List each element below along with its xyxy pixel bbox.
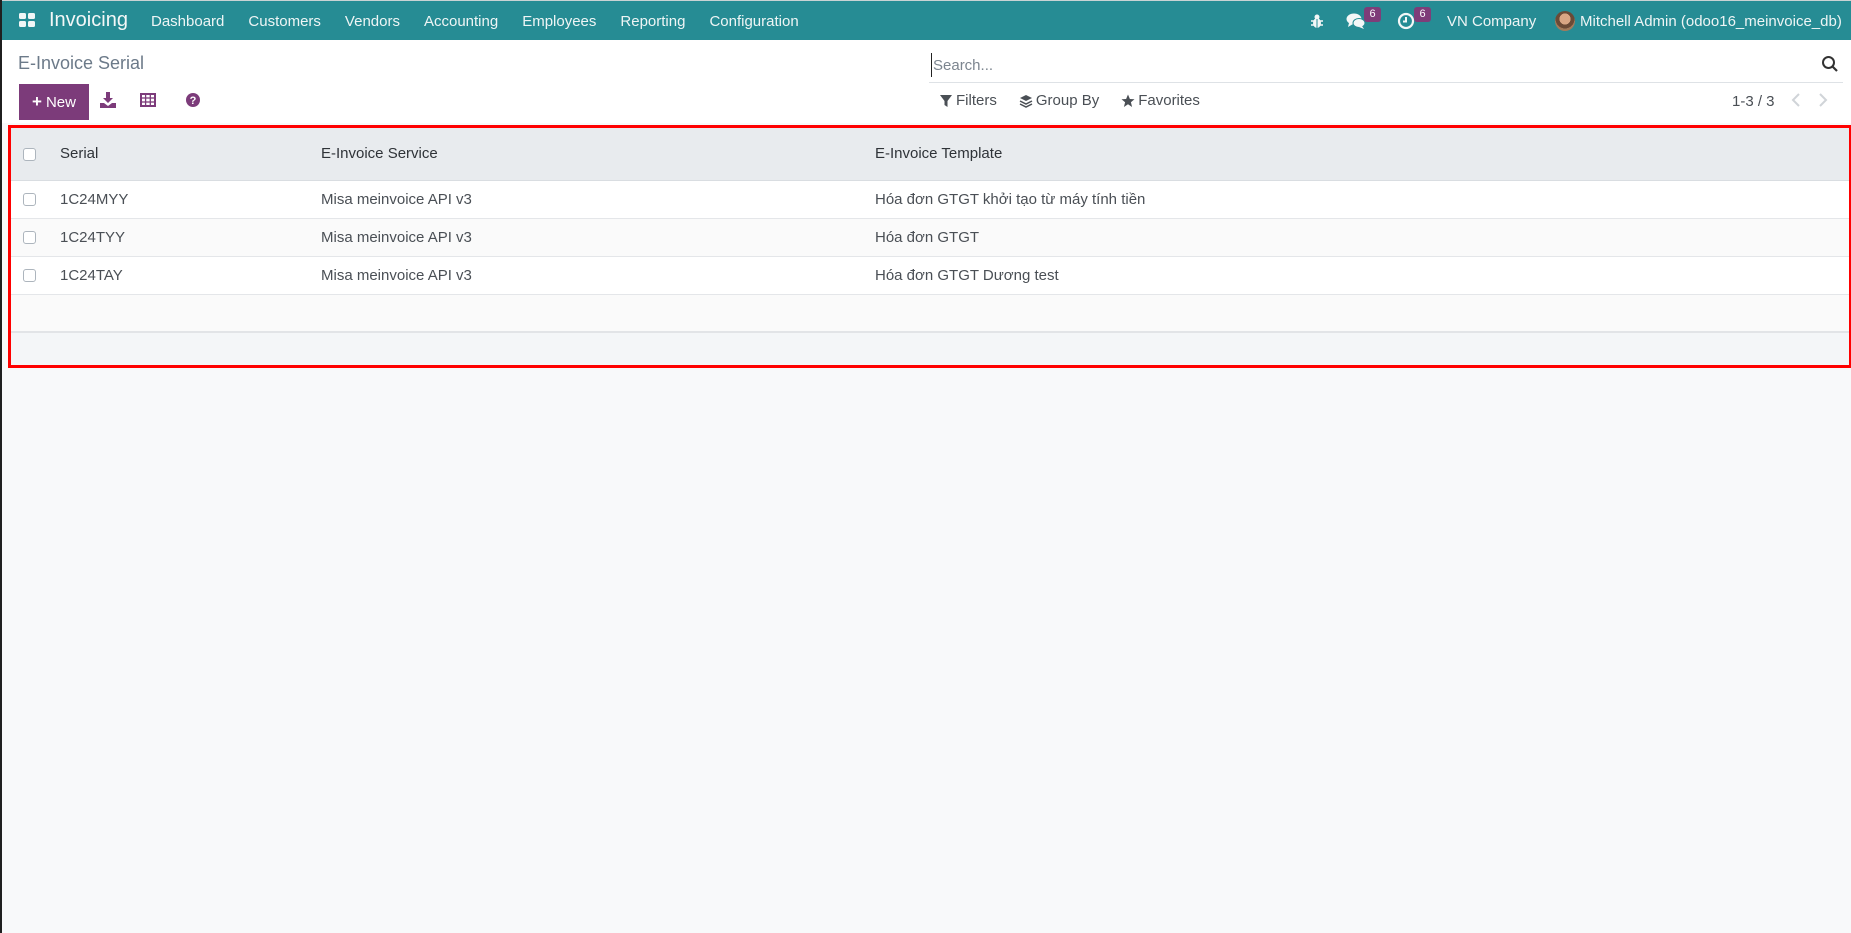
user-menu[interactable]: Mitchell Admin (odoo16_meinvoice_db) bbox=[1580, 13, 1842, 30]
row-checkbox[interactable] bbox=[23, 269, 36, 283]
export-download-icon[interactable] bbox=[99, 91, 117, 109]
pager-value[interactable]: 1-3 / 3 bbox=[1732, 93, 1775, 110]
search-input[interactable] bbox=[931, 53, 1791, 77]
plus-icon: + bbox=[32, 92, 42, 111]
template-cell[interactable]: Hóa đơn GTGT bbox=[875, 218, 1849, 256]
search-bar bbox=[929, 51, 1843, 83]
control-panel: E-Invoice Serial + New ? Filters bbox=[2, 40, 1851, 123]
empty-row bbox=[11, 294, 1849, 332]
star-icon bbox=[1121, 94, 1135, 107]
filter-funnel-icon bbox=[940, 94, 952, 107]
page-title: E-Invoice Serial bbox=[18, 53, 145, 73]
chevron-left-icon[interactable] bbox=[1790, 92, 1802, 108]
table-row[interactable]: 1C24TYY Misa meinvoice API v3 Hóa đơn GT… bbox=[11, 218, 1849, 256]
table-row[interactable]: 1C24MYY Misa meinvoice API v3 Hóa đơn GT… bbox=[11, 180, 1849, 218]
column-header-template[interactable]: E-Invoice Template bbox=[875, 128, 1849, 181]
favorites-button[interactable]: Favorites bbox=[1121, 92, 1200, 109]
serial-cell[interactable]: 1C24TYY bbox=[60, 218, 321, 256]
help-question-icon[interactable]: ? bbox=[184, 91, 202, 109]
group-by-label: Group By bbox=[1035, 92, 1100, 109]
activities-clock-icon[interactable] bbox=[1397, 12, 1415, 30]
messages-icon[interactable] bbox=[1346, 12, 1366, 30]
top-navbar: Invoicing Dashboard Customers Vendors Ac… bbox=[2, 0, 1851, 40]
search-options: Filters Group By Favorites bbox=[939, 92, 1222, 109]
debug-bug-icon[interactable] bbox=[1310, 13, 1324, 29]
serial-table: Serial E-Invoice Service E-Invoice Templ… bbox=[11, 128, 1849, 365]
empty-cell bbox=[11, 294, 1849, 332]
svg-text:?: ? bbox=[190, 95, 197, 107]
column-header-serial[interactable]: Serial bbox=[60, 128, 321, 181]
row-checkbox[interactable] bbox=[23, 231, 36, 245]
filters-label: Filters bbox=[956, 92, 997, 109]
menu-vendors[interactable]: Vendors bbox=[345, 13, 400, 30]
service-cell[interactable]: Misa meinvoice API v3 bbox=[321, 180, 875, 218]
search-icon[interactable] bbox=[1821, 55, 1839, 73]
row-select-cell bbox=[11, 218, 60, 256]
main-menu: Dashboard Customers Vendors Accounting E… bbox=[151, 13, 823, 30]
app-name[interactable]: Invoicing bbox=[49, 9, 128, 32]
menu-reporting[interactable]: Reporting bbox=[620, 13, 685, 30]
messages-count-badge: 6 bbox=[1364, 7, 1381, 22]
footer-cell bbox=[11, 332, 1849, 365]
menu-dashboard[interactable]: Dashboard bbox=[151, 13, 224, 30]
chevron-right-icon[interactable] bbox=[1817, 92, 1829, 108]
select-all-cell bbox=[11, 128, 60, 181]
user-avatar[interactable] bbox=[1555, 11, 1575, 31]
table-row[interactable]: 1C24TAY Misa meinvoice API v3 Hóa đơn GT… bbox=[11, 256, 1849, 294]
filters-button[interactable]: Filters bbox=[939, 92, 997, 109]
favorites-label: Favorites bbox=[1138, 92, 1200, 109]
serial-cell[interactable]: 1C24MYY bbox=[60, 180, 321, 218]
service-cell[interactable]: Misa meinvoice API v3 bbox=[321, 256, 875, 294]
template-cell[interactable]: Hóa đơn GTGT Dương test bbox=[875, 256, 1849, 294]
row-checkbox[interactable] bbox=[23, 193, 36, 207]
template-cell[interactable]: Hóa đơn GTGT khởi tạo từ máy tính tiền bbox=[875, 180, 1849, 218]
serial-cell[interactable]: 1C24TAY bbox=[60, 256, 321, 294]
menu-customers[interactable]: Customers bbox=[248, 13, 321, 30]
column-header-service[interactable]: E-Invoice Service bbox=[321, 128, 875, 181]
company-switcher[interactable]: VN Company bbox=[1447, 13, 1536, 30]
row-select-cell bbox=[11, 180, 60, 218]
row-select-cell bbox=[11, 256, 60, 294]
select-all-checkbox[interactable] bbox=[23, 147, 36, 161]
service-cell[interactable]: Misa meinvoice API v3 bbox=[321, 218, 875, 256]
group-by-button[interactable]: Group By bbox=[1019, 92, 1099, 109]
menu-configuration[interactable]: Configuration bbox=[709, 13, 798, 30]
apps-menu-icon[interactable] bbox=[19, 13, 35, 27]
table-footer-row bbox=[11, 332, 1849, 365]
layers-icon bbox=[1019, 94, 1033, 108]
menu-accounting[interactable]: Accounting bbox=[424, 13, 498, 30]
table-header-row: Serial E-Invoice Service E-Invoice Templ… bbox=[11, 128, 1849, 181]
list-view: Serial E-Invoice Service E-Invoice Templ… bbox=[8, 125, 1851, 368]
spreadsheet-grid-icon[interactable] bbox=[139, 91, 157, 109]
menu-employees[interactable]: Employees bbox=[522, 13, 596, 30]
activities-count-badge: 6 bbox=[1414, 7, 1431, 22]
new-button-label: New bbox=[45, 93, 76, 111]
new-button[interactable]: + New bbox=[19, 84, 89, 120]
